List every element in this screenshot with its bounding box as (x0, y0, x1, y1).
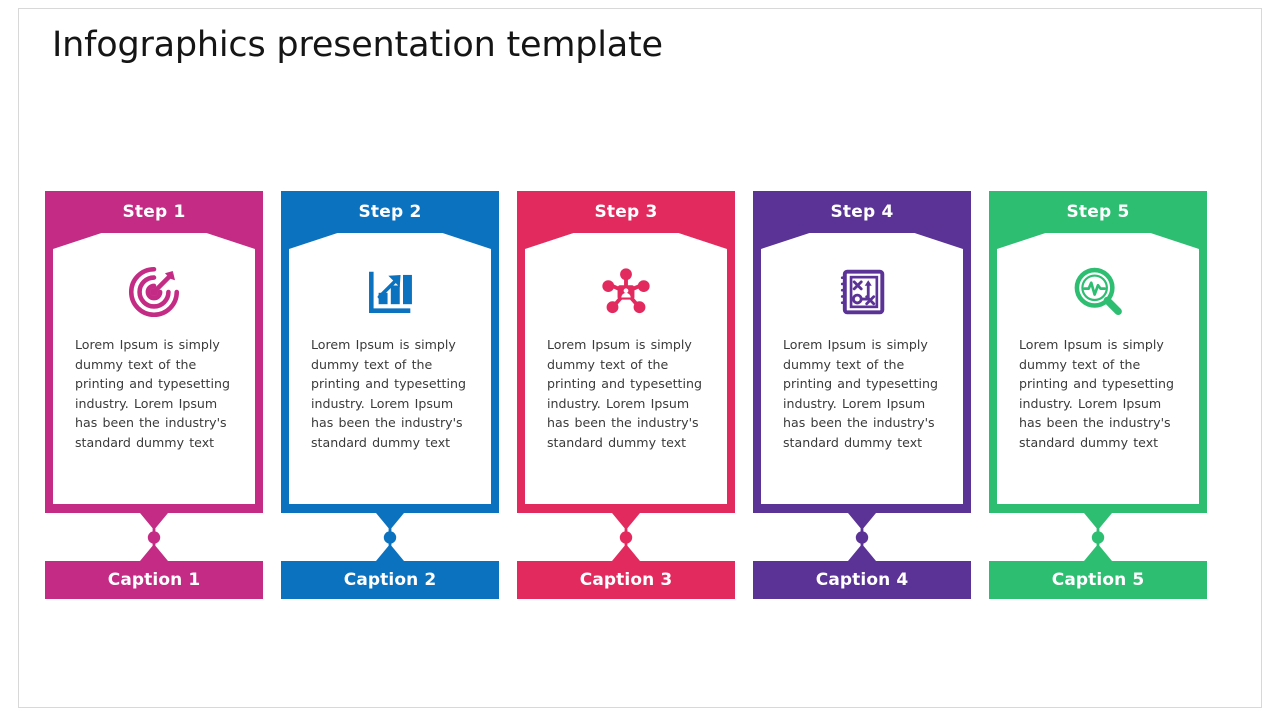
step-label: Step 5 (1066, 202, 1130, 222)
caption-label: Caption 1 (107, 570, 201, 590)
step-icon (53, 261, 255, 323)
caption-label: Caption 3 (579, 570, 673, 590)
step-icon (289, 261, 491, 323)
step-column: Step 2 Lorem Ipsum is simply dummy text … (281, 191, 499, 601)
caption-bar[interactable]: Caption 1 (45, 561, 263, 599)
connector-bowtie (1084, 513, 1112, 561)
connector-bowtie (848, 513, 876, 561)
step-label: Step 2 (358, 202, 422, 222)
caption-label: Caption 2 (343, 570, 437, 590)
step-card[interactable]: Step 3 Lorem Ipsum is simply dummy text … (517, 191, 735, 513)
step-card[interactable]: Step 1 Lorem Ipsum is simply dummy text … (45, 191, 263, 513)
network-hub-icon (602, 268, 650, 314)
strategy-playbook-icon (840, 269, 885, 315)
caption-bar[interactable]: Caption 2 (281, 561, 499, 599)
step-column: Step 5 Lorem Ipsum is simply dummy text … (989, 191, 1207, 601)
step-column: Step 3 Lorem Ipsum is simply dummy text … (517, 191, 735, 601)
step-label: Step 4 (830, 202, 894, 222)
step-card[interactable]: Step 5 Lorem Ipsum is simply dummy text … (989, 191, 1207, 513)
connector-bowtie (612, 513, 640, 561)
connector-bowtie (140, 513, 168, 561)
caption-label: Caption 4 (815, 570, 909, 590)
step-label: Step 1 (122, 202, 186, 222)
target-arrow-icon (128, 266, 180, 318)
step-card[interactable]: Step 2 Lorem Ipsum is simply dummy text … (281, 191, 499, 513)
step-header-ribbon: Step 5 (997, 199, 1199, 249)
step-icon (997, 261, 1199, 323)
bar-chart-growth-icon (369, 271, 412, 313)
step-header-ribbon: Step 3 (525, 199, 727, 249)
step-body-text: Lorem Ipsum is simply dummy text of the … (75, 337, 230, 450)
connector-bowtie (376, 513, 404, 561)
card-caption-connector (281, 513, 499, 561)
card-caption-connector (517, 513, 735, 561)
step-icon (761, 261, 963, 323)
step-header-ribbon: Step 2 (289, 199, 491, 249)
step-body-text: Lorem Ipsum is simply dummy text of the … (783, 337, 938, 450)
page-title: Infographics presentation template (52, 25, 663, 65)
step-column: Step 1 Lorem Ipsum is simply dummy text … (45, 191, 263, 601)
caption-bar[interactable]: Caption 5 (989, 561, 1207, 599)
caption-bar[interactable]: Caption 4 (753, 561, 971, 599)
step-column: Step 4 Lorem Ipsum is simply dummy text … (753, 191, 971, 601)
step-icon (525, 261, 727, 323)
step-card[interactable]: Step 4 Lorem Ipsum is simply dummy text … (753, 191, 971, 513)
slide-canvas: Infographics presentation template Step … (18, 8, 1262, 708)
step-label: Step 3 (594, 202, 658, 222)
step-body-text: Lorem Ipsum is simply dummy text of the … (547, 337, 702, 450)
steps-row: Step 1 Lorem Ipsum is simply dummy text … (45, 191, 1241, 601)
card-caption-connector (45, 513, 263, 561)
caption-bar[interactable]: Caption 3 (517, 561, 735, 599)
card-caption-connector (753, 513, 971, 561)
card-caption-connector (989, 513, 1207, 561)
magnifier-pulse-icon (1074, 267, 1122, 316)
step-header-ribbon: Step 1 (53, 199, 255, 249)
caption-label: Caption 5 (1051, 570, 1145, 590)
step-body-text: Lorem Ipsum is simply dummy text of the … (311, 337, 466, 450)
step-header-ribbon: Step 4 (761, 199, 963, 249)
step-body-text: Lorem Ipsum is simply dummy text of the … (1019, 337, 1174, 450)
